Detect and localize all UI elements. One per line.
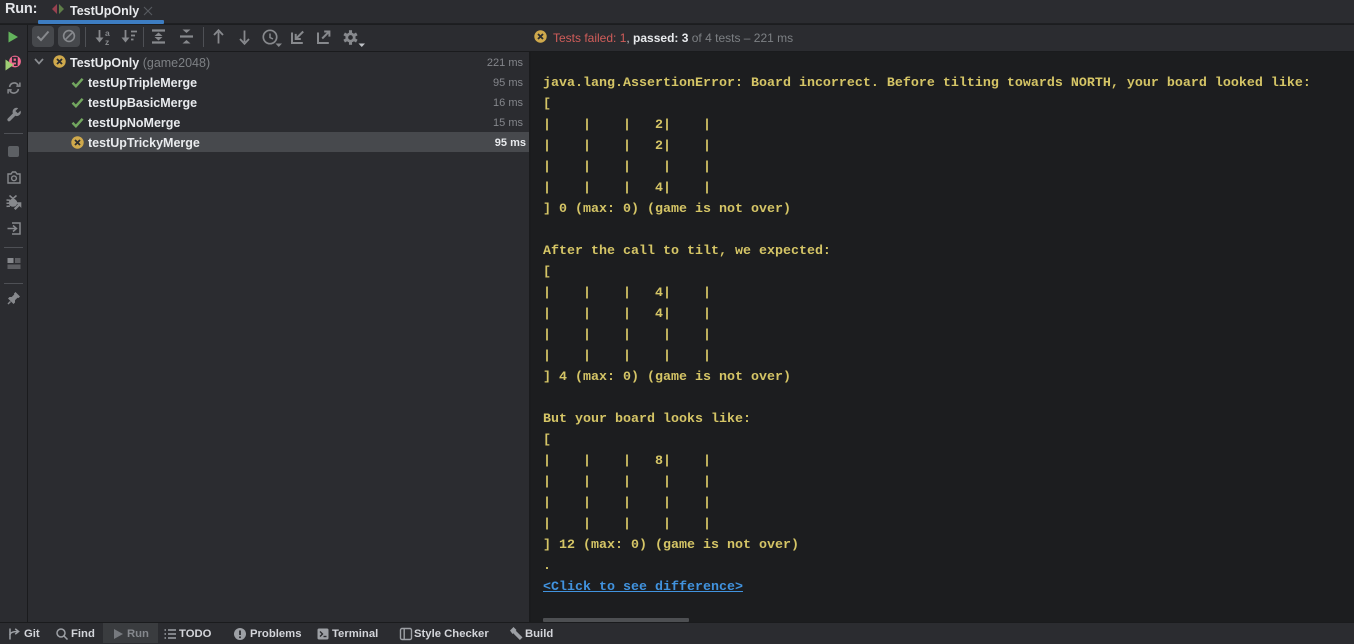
svg-text:z: z (105, 37, 109, 47)
